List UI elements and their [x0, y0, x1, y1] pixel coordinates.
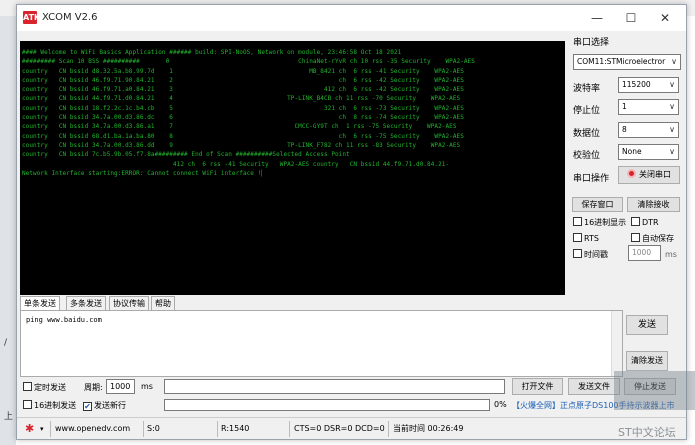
terminal-line: country CN bssid 7c.b5.9b.05.f7.8a######… [22, 151, 350, 159]
send-button[interactable]: 发送 [626, 315, 668, 335]
baud-select[interactable]: 115200 ∨ [618, 77, 679, 93]
signal-status: CTS=0 DSR=0 DCD=0 [294, 424, 385, 433]
period-label: 周期: [84, 383, 103, 392]
send-options-row-2: 16进制发送 ✔ 发送新行 0% 【火爆全网】正点原子DS100手持示波器上市 [20, 397, 688, 415]
rts-checkbox[interactable]: RTS [573, 233, 599, 243]
file-path-input[interactable] [164, 379, 505, 394]
parity-select[interactable]: None ∨ [618, 144, 679, 160]
send-options-row: 定时发送 周期: 1000 ms 打开文件 发送文件 停止发送 [20, 377, 688, 397]
chevron-down-icon: ∨ [669, 102, 675, 111]
chevron-down-icon[interactable]: ▾ [40, 422, 44, 436]
send-input-text: ping www.baidu.com [26, 316, 102, 324]
period-ms-label: ms [141, 382, 153, 391]
terminal-line: country CN bssid 34.7a.00.d3.86.dd 9 TP-… [22, 141, 461, 149]
status-separator [388, 421, 389, 437]
send-tabs: 单条发送 多条发送 协议传输 帮助 [20, 296, 565, 311]
status-separator [217, 421, 218, 437]
terminal-line: Network Interface starting:ERROR: Cannot… [22, 169, 262, 177]
status-separator [289, 421, 290, 437]
tab-help[interactable]: 帮助 [151, 296, 175, 310]
terminal-line: country CN bssid 34.7a.00.d3.86.dc 6 ch … [22, 114, 464, 122]
tab-protocol[interactable]: 协议传输 [109, 296, 149, 310]
minimize-button[interactable]: — [581, 5, 613, 31]
close-button[interactable]: ✕ [649, 5, 681, 31]
serial-op-label: 串口操作 [573, 174, 610, 184]
status-separator [50, 421, 51, 437]
desktop-label: / [4, 338, 8, 348]
website-link[interactable]: www.openedv.com [55, 422, 130, 436]
maximize-button[interactable]: ☐ [615, 5, 647, 31]
auto-save-checkbox[interactable]: 自动保存 [631, 233, 674, 244]
stop-bits-select[interactable]: 1 ∨ [618, 99, 679, 115]
chevron-down-icon: ∨ [669, 147, 675, 156]
clear-receive-button[interactable]: 清除接收 [627, 197, 680, 212]
received-count: R:1540 [221, 424, 250, 433]
baud-label: 波特率 [573, 84, 601, 94]
terminal-line: country CN bssid 46.f9.71.a0.84.21 3 412… [22, 86, 464, 94]
terminal-output: #### Welcome to WiFi Basics Application … [22, 48, 565, 178]
data-bits-select[interactable]: 8 ∨ [618, 122, 679, 138]
terminal-line: country CN bssid 18.f2.2c.1c.b4.cb 5 321… [22, 104, 464, 112]
send-progress-text: 0% [494, 400, 507, 409]
status-bar: ✱ ▾ www.openedv.com S:0 R:1540 CTS=0 DSR… [17, 417, 686, 439]
timestamp-checkbox[interactable]: 时间戳 [573, 249, 608, 260]
chevron-down-icon: ∨ [669, 125, 675, 134]
app-logo-icon: ATK [23, 11, 41, 24]
open-file-button[interactable]: 打开文件 [512, 378, 563, 395]
hex-send-checkbox[interactable]: 16进制发送 [23, 400, 76, 411]
timestamp-ms-label: ms [665, 250, 677, 259]
send-newline-checkbox[interactable]: ✔ 发送新行 [83, 400, 126, 411]
text-cursor: ▏ [261, 169, 266, 177]
data-bits-label: 数据位 [573, 129, 601, 139]
title-bar[interactable]: ATK XCOM V2.6 — ☐ ✕ [17, 5, 686, 31]
parity-label: 校验位 [573, 151, 601, 161]
terminal-line: 412 ch 6 rss -41 Security WPA2-AES count… [22, 160, 450, 168]
stop-bits-label: 停止位 [573, 106, 601, 116]
timestamp-interval-input[interactable]: 1000 [628, 245, 661, 261]
chevron-down-icon: ∨ [669, 80, 675, 89]
timed-send-checkbox[interactable]: 定时发送 [23, 382, 66, 393]
terminal-line: country CN bssid 68.d1.ba.1a.ba.80 8 ch … [22, 132, 464, 140]
window-title: XCOM V2.6 [42, 12, 98, 23]
terminal-line: country CN bssid 46.f9.71.90.84.21 2 ch … [22, 76, 464, 84]
xcom-window: ATK XCOM V2.6 — ☐ ✕ #### Welcome to WiFi… [16, 4, 687, 440]
current-time: 当前时间 00:26:49 [393, 424, 464, 433]
sent-count: S:0 [147, 424, 160, 433]
desktop-overlay [614, 371, 695, 410]
send-input[interactable]: ping www.baidu.com [20, 310, 623, 377]
desktop-label: 上 [4, 412, 14, 422]
period-input[interactable]: 1000 [106, 379, 135, 394]
gear-icon[interactable]: ✱ [25, 422, 34, 436]
dtr-checkbox[interactable]: DTR [631, 217, 659, 227]
save-window-button[interactable]: 保存窗口 [572, 197, 623, 212]
port-label: 串口选择 [573, 38, 610, 48]
terminal-line: country CN bssid 44.f9.71.d0.84.21 4 TP-… [22, 95, 461, 103]
terminal-line: ######### Scan 10 BSS ########## 0 China… [22, 58, 475, 66]
port-select[interactable]: COM11:STMicroelectror ∨ [573, 54, 681, 70]
chevron-down-icon: ∨ [671, 57, 677, 66]
receive-terminal[interactable]: #### Welcome to WiFi Basics Application … [20, 41, 565, 295]
send-scrollbar[interactable] [611, 311, 622, 376]
desktop-background-left: / 上 [0, 16, 16, 445]
tab-single-send[interactable]: 单条发送 [20, 296, 60, 311]
status-separator [143, 421, 144, 437]
tab-multi-send[interactable]: 多条发送 [66, 296, 106, 310]
send-file-button[interactable]: 发送文件 [568, 378, 620, 395]
terminal-line: #### Welcome to WiFi Basics Application … [22, 49, 402, 56]
terminal-line: country CN bssid d8.32.5a.b8.99.7d 1 MB_… [22, 67, 464, 75]
watermark-text: ST中文论坛 [618, 426, 676, 439]
serial-settings-panel: 串口选择 COM11:STMicroelectror ∨ 波特率 115200 ∨ … [567, 31, 687, 331]
terminal-line: country CN bssid 34.7a.00.d3.86.a1 7 CMC… [22, 123, 457, 131]
hex-display-checkbox[interactable]: 16进制显示 [573, 217, 626, 228]
close-port-button[interactable]: 关闭串口 [618, 166, 680, 184]
send-progress-bar [164, 399, 490, 411]
port-status-icon [627, 169, 636, 178]
clear-send-button[interactable]: 清除发送 [626, 351, 668, 371]
